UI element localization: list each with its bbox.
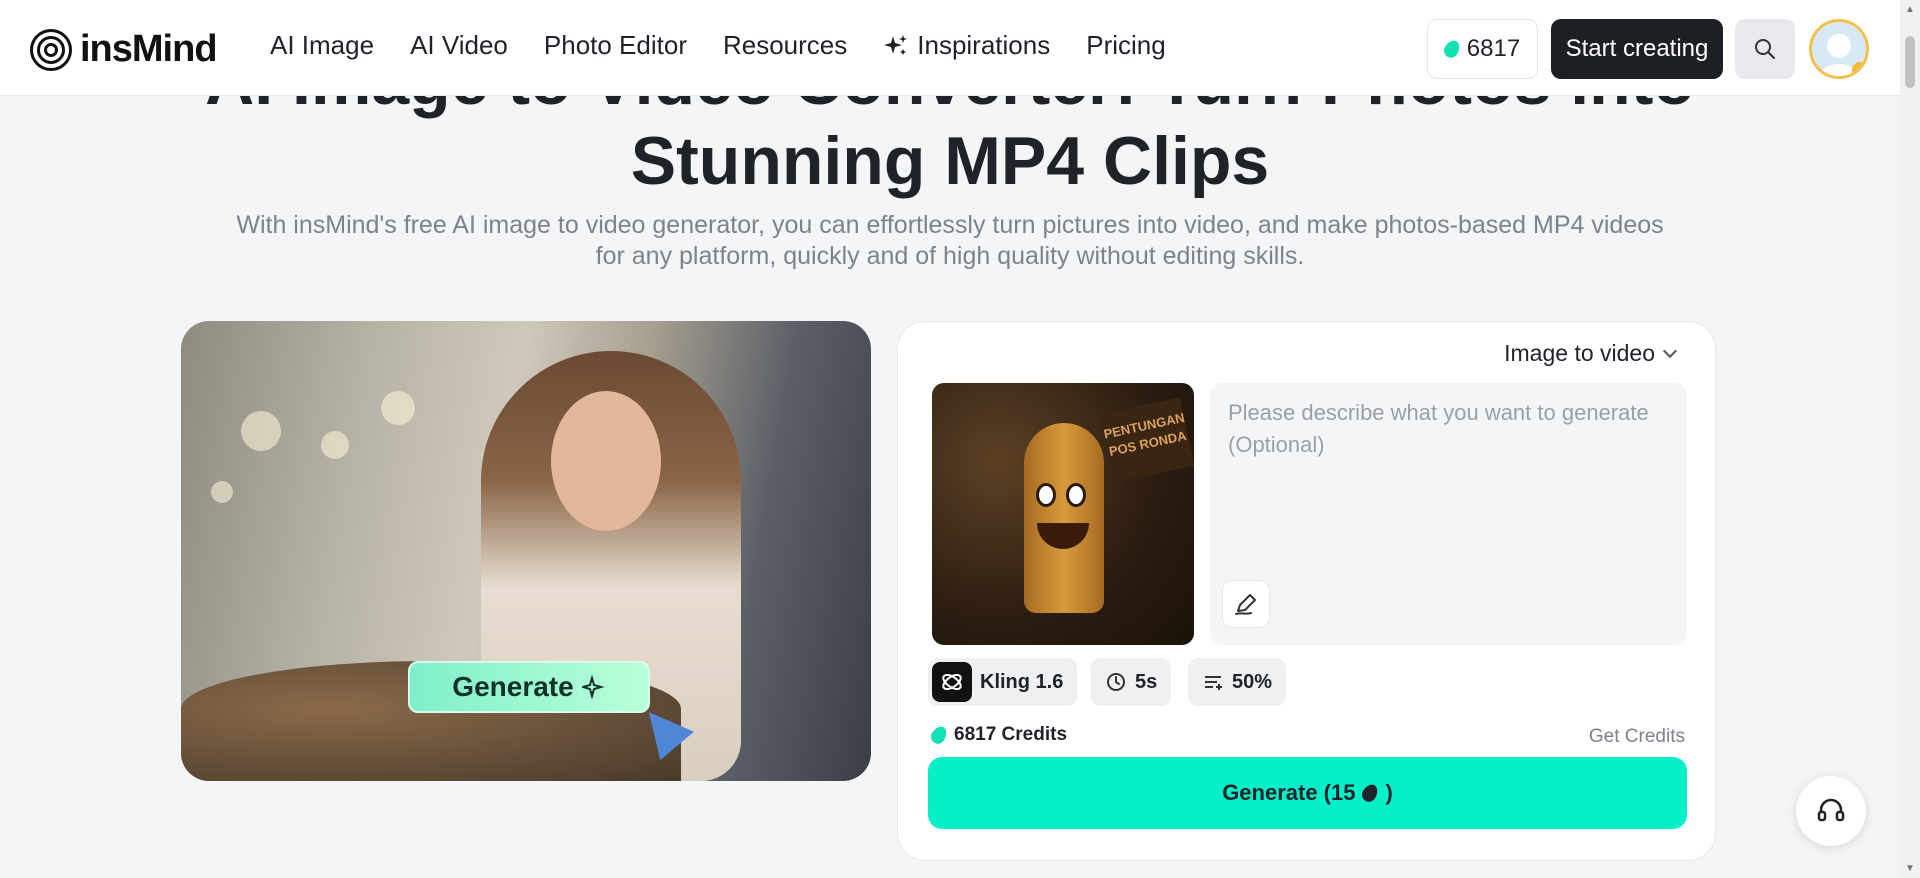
credit-gem-icon: [1359, 781, 1382, 805]
bokeh-light: [241, 411, 281, 451]
logo-icon: [30, 28, 72, 71]
model-selector[interactable]: Kling 1.6: [928, 658, 1078, 706]
prompt-edit-button[interactable]: [1222, 580, 1270, 628]
demo-generate-label: Generate: [452, 671, 574, 702]
nav-inspirations[interactable]: Inspirations: [883, 30, 1050, 61]
kling-model-icon: [932, 662, 972, 702]
sparkle-icon: [884, 34, 908, 55]
list-settings-icon: [1205, 676, 1222, 690]
get-credits-link[interactable]: Get Credits: [1589, 726, 1685, 748]
chevron-down-icon: [1662, 343, 1678, 358]
search-icon: [1755, 39, 1775, 59]
top-navbar: insMind AI Image AI Video Photo Editor R…: [0, 0, 1920, 96]
generate-button[interactable]: Generate (15 ): [928, 757, 1687, 829]
scroll-up-arrow-icon[interactable]: ▲: [1905, 4, 1915, 15]
bokeh-light: [211, 481, 233, 503]
customer-support-button[interactable]: [1796, 776, 1866, 846]
credits-balance-button[interactable]: 6817: [1427, 19, 1538, 79]
demo-person-face: [551, 391, 661, 531]
credit-gem-icon: [928, 723, 950, 747]
credits-balance-value: 6817: [1466, 35, 1521, 62]
model-name: Kling 1.6: [980, 670, 1064, 693]
user-avatar[interactable]: [1809, 19, 1869, 79]
nav-ai-image[interactable]: AI Image: [270, 30, 374, 61]
credits-row: 6817 Credits: [928, 723, 1068, 747]
page-subtitle: With insMind's free AI image to video ge…: [236, 211, 1664, 270]
nav-photo-editor[interactable]: Photo Editor: [544, 30, 687, 61]
thumbnail-eye: [1066, 483, 1086, 507]
duration-selector[interactable]: 5s: [1091, 658, 1172, 706]
nav-pricing[interactable]: Pricing: [1086, 30, 1165, 61]
motion-strength-selector[interactable]: 50%: [1188, 658, 1287, 706]
bokeh-light: [381, 391, 415, 425]
insmind-logo[interactable]: insMind: [30, 28, 218, 71]
mode-dropdown-value: Image to video: [1504, 340, 1655, 366]
demo-generate-button: Generate: [408, 661, 650, 713]
edit-pen-icon: [1235, 594, 1256, 615]
search-button[interactable]: [1735, 19, 1795, 79]
nav-ai-video[interactable]: AI Video: [410, 30, 508, 61]
nav-resources[interactable]: Resources: [723, 30, 847, 61]
uploaded-image-thumbnail[interactable]: PENTUNGAN POS RONDA: [932, 383, 1194, 645]
logo-text: insMind: [80, 28, 218, 70]
prompt-textarea[interactable]: Please describe what you want to generat…: [1210, 383, 1687, 645]
credit-gem-icon: [1441, 37, 1463, 61]
scroll-down-arrow-icon[interactable]: ▼: [1905, 863, 1915, 874]
thumbnail-sign: PENTUNGAN POS RONDA: [1099, 397, 1194, 483]
duration-value: 5s: [1135, 670, 1158, 693]
clock-icon: [1107, 673, 1125, 691]
nav-inspirations-label: Inspirations: [917, 30, 1051, 60]
sparkle-icon: [581, 675, 605, 699]
motion-strength-value: 50%: [1232, 670, 1273, 693]
generator-panel: Image to video PENTUNGAN POS RONDA Pleas…: [897, 321, 1716, 861]
demo-preview-image: Generate: [181, 321, 871, 781]
mode-dropdown[interactable]: Image to video: [1504, 340, 1678, 367]
headset-icon: [1817, 798, 1845, 822]
start-creating-button[interactable]: Start creating: [1551, 19, 1723, 79]
main-nav: AI Image AI Video Photo Editor Resources…: [270, 30, 1202, 61]
generate-label: Generate (15: [1222, 780, 1356, 805]
credits-text: 6817 Credits: [954, 724, 1068, 745]
generate-label-suffix: ): [1385, 780, 1393, 805]
page-title-line2: Stunning MP4 Clips: [630, 123, 1270, 199]
premium-badge-icon: [1852, 62, 1866, 76]
bokeh-light: [321, 431, 349, 459]
scrollbar-thumb[interactable]: [1905, 36, 1915, 88]
page-scrollbar[interactable]: ▲ ▼: [1900, 0, 1920, 878]
thumbnail-eye: [1036, 483, 1056, 507]
prompt-placeholder: Please describe what you want to generat…: [1228, 400, 1649, 457]
thumbnail-character: [1024, 423, 1104, 613]
